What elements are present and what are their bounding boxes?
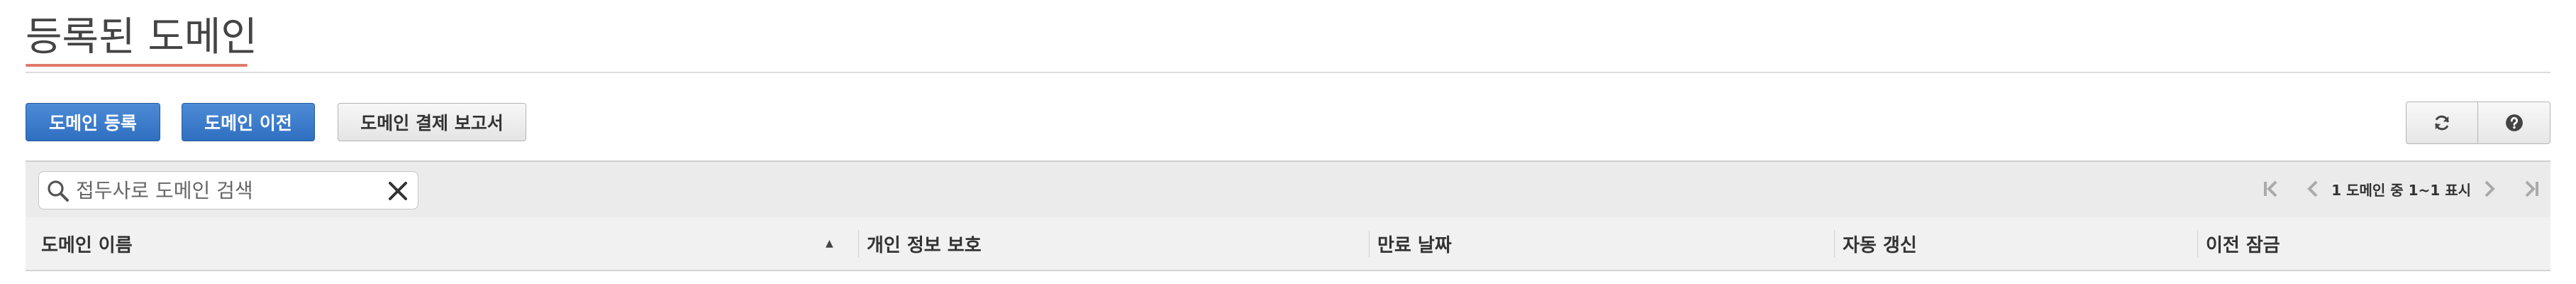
column-header-domain-name[interactable]: 도메인 이름 bbox=[41, 217, 133, 270]
column-header-expiration-date[interactable]: 만료 날짜 bbox=[1377, 217, 1452, 270]
column-separator bbox=[858, 230, 859, 257]
sort-ascending-icon[interactable]: ▲ bbox=[826, 217, 833, 270]
column-header-privacy-protection[interactable]: 개인 정보 보호 bbox=[867, 217, 982, 270]
domain-billing-report-button[interactable]: 도메인 결제 보고서 bbox=[338, 103, 526, 141]
register-domain-button[interactable]: 도메인 등록 bbox=[26, 103, 160, 141]
column-header-transfer-lock[interactable]: 이전 잠금 bbox=[2206, 217, 2280, 270]
domains-table-panel: 1 도메인 중 1~1 표시 도메인 이름 ▲ 개인 정 bbox=[26, 160, 2550, 281]
table-header-row: 도메인 이름 ▲ 개인 정보 보호 만료 날짜 자동 갱신 이전 잠금 bbox=[26, 217, 2550, 271]
column-separator bbox=[2197, 230, 2198, 257]
search-input[interactable] bbox=[76, 176, 374, 204]
search-icon bbox=[48, 180, 69, 202]
refresh-button[interactable] bbox=[2406, 102, 2478, 144]
table-filter-bar: 1 도메인 중 1~1 표시 bbox=[26, 162, 2550, 218]
previous-page-icon[interactable] bbox=[2300, 176, 2326, 202]
pagination-status: 1 도메인 중 1~1 표시 bbox=[2331, 181, 2471, 199]
pagination: 1 도메인 중 1~1 표시 bbox=[2259, 175, 2543, 203]
column-separator bbox=[1834, 230, 1835, 257]
page-title: 등록된 도메인 bbox=[26, 14, 257, 60]
transfer-domain-button[interactable]: 도메인 이전 bbox=[182, 103, 315, 141]
title-underline bbox=[26, 64, 248, 67]
column-separator bbox=[1369, 230, 1370, 257]
search-box bbox=[38, 171, 418, 209]
next-page-icon[interactable] bbox=[2477, 176, 2502, 202]
refresh-icon bbox=[2435, 115, 2449, 131]
toolbar-icon-buttons bbox=[2406, 102, 2550, 144]
column-header-auto-renew[interactable]: 자동 갱신 bbox=[1843, 217, 1917, 270]
last-page-icon[interactable] bbox=[2518, 176, 2543, 202]
title-divider bbox=[26, 72, 2550, 73]
help-button[interactable] bbox=[2478, 102, 2550, 144]
clear-search-icon[interactable] bbox=[387, 180, 409, 202]
help-icon bbox=[2505, 114, 2523, 131]
first-page-icon[interactable] bbox=[2259, 176, 2284, 202]
registered-domains-page: 등록된 도메인 도메인 등록 도메인 이전 도메인 결제 보고서 접두사로 도메… bbox=[0, 0, 2576, 284]
